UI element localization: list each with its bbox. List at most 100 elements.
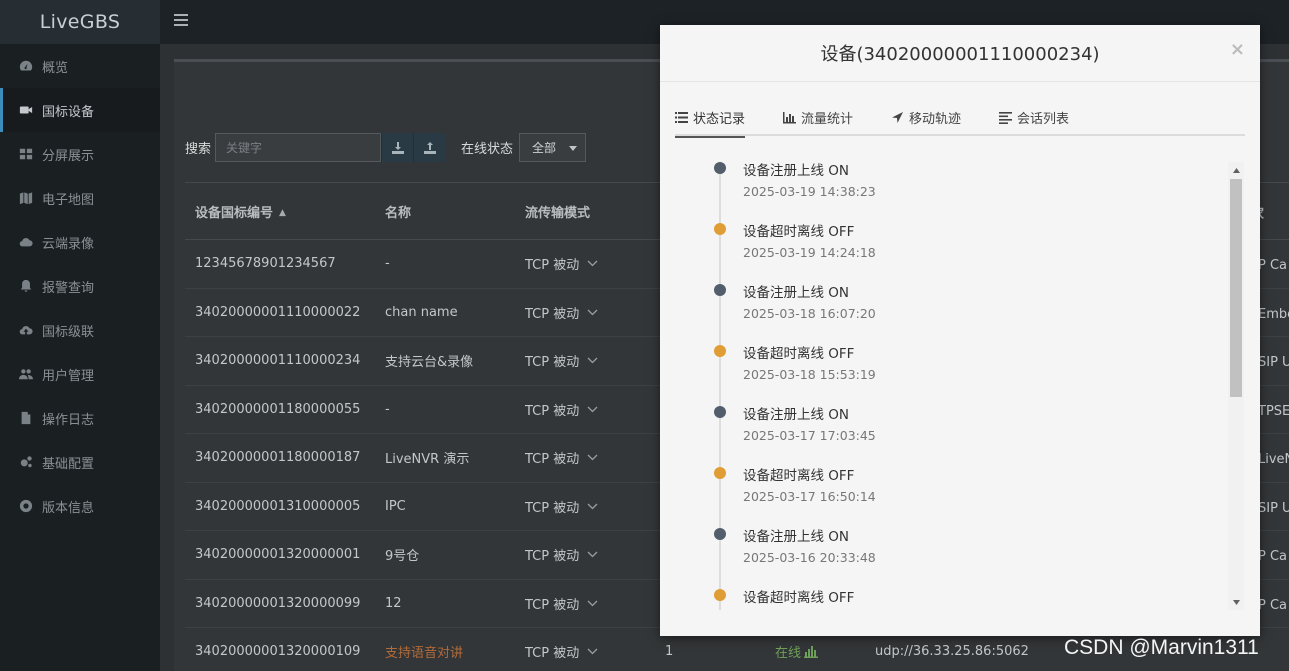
timeline-event: 设备超时离线 OFF [743,468,855,484]
download-button[interactable] [381,133,414,162]
tab-label: 会话列表 [1017,111,1070,127]
tab-move-track[interactable]: 移动轨迹 [891,98,961,136]
sidebar-item-oplog[interactable]: 操作日志 [0,396,160,440]
col-header-mode: 流传输模式 [525,205,591,221]
cell-device-name: 9号仓 [385,549,420,565]
tab-session-list[interactable]: 会话列表 [999,98,1069,136]
timeline-scrollbar[interactable] [1228,162,1244,610]
timeline-time: 2025-03-17 16:50:14 [743,489,876,504]
cell-vendor: TPSE [1258,403,1289,419]
status-filter-label: 在线状态 [461,142,514,157]
online-status-text: 在线 [775,646,802,662]
chevron-down-icon [587,309,598,316]
sidebar-item-config[interactable]: 基础配置 [0,440,160,484]
sidebar-item-label: 报警查询 [42,280,95,296]
cell-vendor: SIP U [1258,355,1289,370]
cell-transport-mode[interactable]: TCP 被动 [525,497,655,516]
chevron-down-icon [587,357,598,364]
sidebar-item-label: 分屏展示 [42,148,95,164]
bar-chart-icon [783,111,797,123]
timeline-event: 设备注册上线 ON [743,163,850,179]
location-arrow-icon [892,111,904,123]
cloud-upload-icon [18,322,34,338]
tab-label: 流量统计 [801,111,854,127]
sidebar-item-label: 操作日志 [42,412,95,428]
status-timeline: 设备注册上线 ON 2025-03-19 14:38:23 设备超时离线 OFF 20… [675,161,1245,610]
timeline-entry: 设备超时离线 OFF 2025-03-19 14:24:18 [675,222,1215,283]
sidebar-item-alarm[interactable]: 报警查询 [0,264,160,308]
cell-device-id: 34020000001320000001 [195,547,361,563]
upload-icon [423,141,436,154]
timeline-event: 设备注册上线 ON [743,285,850,301]
cell-device-name: 支持语音对讲 [385,646,464,662]
cell-vendor: LiveN [1258,452,1289,467]
close-icon[interactable]: × [1230,39,1245,60]
cell-transport-mode[interactable]: TCP 被动 [525,254,655,273]
sidebar-item-overview[interactable]: 概览 [0,44,160,88]
cell-transport-mode[interactable]: TCP 被动 [525,303,655,322]
cell-online-status: 在线 [775,642,875,661]
users-icon [18,366,34,382]
cell-transport-mode[interactable]: TCP 被动 [525,448,655,467]
cell-transport-mode[interactable]: TCP 被动 [525,594,655,613]
timeline-event: 设备超时离线 OFF [743,346,855,362]
timeline-event: 设备注册上线 ON [743,529,850,545]
cell-vendor: SIP U [1258,500,1289,516]
timeline-time: 2025-03-19 14:24:18 [743,245,876,260]
search-label: 搜索 [185,142,212,157]
cell-device-id: 34020000001320000099 [195,595,361,611]
sidebar-menu: 概览 国标设备 分屏展示 电子地图 云端录像 报警查询 国标级联 用户管理 操作… [0,44,160,528]
status-dot-icon [714,528,726,540]
brand-logo[interactable]: LiveGBS [0,0,160,44]
cell-transport-mode[interactable]: TCP 被动 [525,351,655,370]
cell-device-name: - [385,256,390,272]
sidebar-item-label: 国标设备 [42,104,95,120]
cell-vendor: P Ca [1258,549,1288,564]
tab-status-record[interactable]: 状态记录 [675,98,746,138]
sidebar-item-label: 概览 [42,60,69,76]
timeline-event: 设备注册上线 ON [743,407,850,423]
scroll-thumb[interactable] [1230,179,1242,397]
status-filter-select[interactable]: 全部 [519,133,587,162]
cloud-icon [18,234,34,250]
sidebar-item-split-screen[interactable]: 分屏展示 [0,132,160,176]
sidebar-item-gb-devices[interactable]: 国标设备 [0,88,160,132]
timeline-time: 2025-03-18 15:53:19 [743,367,876,382]
modal-title: 设备(34020000001110000234) [820,44,1100,65]
scroll-down-arrow-icon[interactable] [1228,594,1244,610]
transport-mode-value: TCP 被动 [525,452,580,468]
scroll-up-arrow-icon[interactable] [1228,162,1244,178]
cell-vendor: P Ca [1258,258,1288,273]
menu-toggle-icon[interactable] [174,13,188,27]
cell-device-id: 34020000001310000005 [195,498,361,514]
timeline-time: 2025-03-18 16:07:20 [743,306,876,321]
timeline-time: 2025-03-16 20:33:48 [743,550,876,565]
download-icon [391,141,404,154]
sidebar-item-map[interactable]: 电子地图 [0,176,160,220]
upload-button[interactable] [413,133,446,162]
device-modal: 设备(34020000001110000234) × 状态记录 流量统计 移动轨… [660,25,1260,636]
grid-icon [18,146,34,162]
search-input[interactable]: 关键字 [215,133,382,162]
bell-icon [18,278,34,294]
sidebar-item-version[interactable]: 版本信息 [0,484,160,528]
tab-label: 状态记录 [693,111,746,127]
transport-mode-value: TCP 被动 [525,258,580,274]
sidebar-item-label: 基础配置 [42,456,95,472]
sidebar-item-cloud-record[interactable]: 云端录像 [0,220,160,264]
transport-mode-value: TCP 被动 [525,646,580,662]
transport-mode-value: TCP 被动 [525,306,580,322]
col-header-id[interactable]: 设备国标编号 ▲ [185,202,385,221]
sidebar-item-cascade[interactable]: 国标级联 [0,308,160,352]
sidebar-item-users[interactable]: 用户管理 [0,352,160,396]
chevron-down-icon [569,145,578,151]
cell-device-id: 34020000001180000187 [195,450,361,466]
cell-transport-mode[interactable]: TCP 被动 [525,545,655,564]
status-dot-icon [714,284,726,296]
tab-traffic-stats[interactable]: 流量统计 [783,98,853,136]
cell-transport-mode[interactable]: TCP 被动 [525,642,655,661]
col-header-name: 名称 [385,205,412,221]
cell-device-id: 34020000001110000234 [195,353,361,369]
cell-transport-mode[interactable]: TCP 被动 [525,400,655,419]
cell-device-id: 12345678901234567 [195,256,336,272]
